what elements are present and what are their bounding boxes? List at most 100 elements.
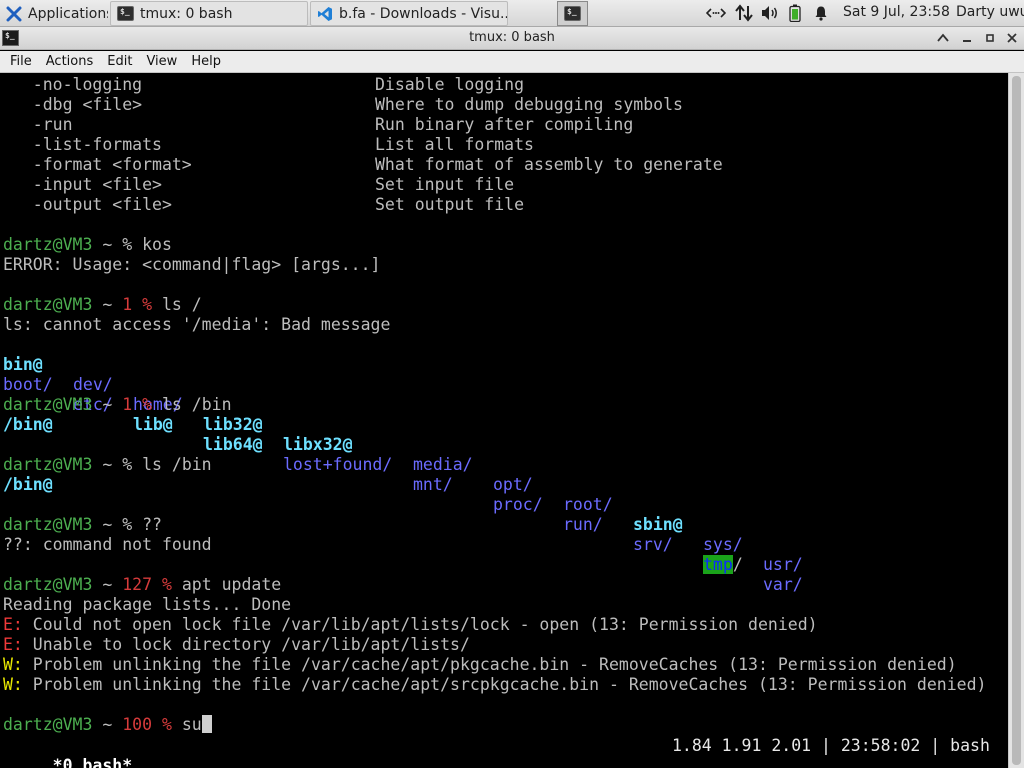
ls-entry: lib@ <box>133 415 173 434</box>
output-line: ERROR: Usage: <command|flag> [args...] <box>3 255 381 274</box>
help-row: -input <file> Set input file <box>3 175 514 195</box>
notification-bell-icon[interactable] <box>810 0 832 26</box>
prompt-line: dartz@VM3 ~ 127 % apt update <box>3 575 282 594</box>
command-input[interactable]: su <box>182 715 202 734</box>
window-title: tmux: 0 bash <box>469 30 555 45</box>
minimize-button[interactable] <box>957 29 977 47</box>
current-prompt-line[interactable]: dartz@VM3 ~ 100 % su <box>3 715 212 735</box>
exit-code: 1 <box>122 295 133 314</box>
xfce-mouse-icon <box>6 5 22 23</box>
ls-entry: lib64@ <box>203 435 263 454</box>
help-desc: Set input file <box>375 175 515 194</box>
maximize-button[interactable] <box>980 29 1000 47</box>
help-desc: Disable logging <box>375 75 525 94</box>
terminal-scrollbar[interactable] <box>1008 73 1024 768</box>
prompt-user: dartz@VM3 <box>3 395 93 414</box>
transfer-icon[interactable] <box>732 0 756 26</box>
terminal-icon: $_ <box>564 6 581 21</box>
prompt-line: dartz@VM3 ~ 1 % ls / <box>3 295 202 314</box>
ls-entry: lost+found/ <box>283 455 393 474</box>
close-button[interactable] <box>1002 29 1022 47</box>
help-flag: -no-logging <box>3 75 143 94</box>
show-terminal-button[interactable]: $_ <box>557 1 588 26</box>
ls-entry: proc/ <box>493 495 543 514</box>
menu-actions[interactable]: Actions <box>39 54 101 69</box>
ls-entry: mnt/ <box>413 475 453 494</box>
ls-entry: boot/ <box>3 375 53 394</box>
exit-code: 1 <box>122 395 133 414</box>
task-tmux-label: tmux: 0 bash <box>140 5 233 22</box>
help-row: -output <file> Set output file <box>3 195 524 215</box>
help-desc: Run binary after compiling <box>375 115 634 134</box>
menu-edit[interactable]: Edit <box>100 54 139 69</box>
ls-entry: dev/ <box>73 375 113 394</box>
tmux-status-bar: *0 bash* 1.84 1.91 2.01 | 23:58:02 | bas… <box>3 736 1003 768</box>
help-desc: Where to dump debugging symbols <box>375 95 683 114</box>
apt-warning-line: W: Problem unlinking the file /var/cache… <box>3 655 957 675</box>
help-row: -dbg <file> Where to dump debugging symbo… <box>3 95 683 115</box>
clock[interactable]: Sat 9 Jul, 23:58 <box>843 4 950 20</box>
command: ls / <box>161 295 202 314</box>
warning-tag: W: <box>3 675 23 694</box>
error-message: Unable to lock directory /var/lib/apt/li… <box>22 635 470 654</box>
battery-icon[interactable] <box>785 0 805 26</box>
ls-entry-tmp: tmp/ <box>703 555 743 574</box>
tmux-window-list[interactable]: *0 bash* <box>43 756 132 768</box>
prompt-user: dartz@VM3 <box>3 295 93 314</box>
vscode-icon <box>317 6 333 22</box>
ls-entry: usr/ <box>763 555 803 574</box>
scrollbar-thumb[interactable] <box>1012 76 1021 765</box>
top-panel: Applications $_ tmux: 0 bash b.fa - Down… <box>0 0 1024 27</box>
command: ls /bin <box>161 395 232 414</box>
help-flag: -dbg <file> <box>3 95 143 114</box>
network-icon[interactable] <box>704 0 728 26</box>
output-line: /bin@ <box>3 475 53 494</box>
prompt-user: dartz@VM3 <box>3 715 93 734</box>
ls-listing-row: bin@ dev/ home/ lib32@ libx32@ media/ op… <box>3 335 1003 574</box>
user-menu[interactable]: Darty uwu <box>956 4 1024 20</box>
ls-entry: run/ <box>563 515 603 534</box>
ls-entry: lib32@ <box>203 415 263 434</box>
error-tag: E: <box>3 615 23 634</box>
ls-entry: sys/ <box>703 535 743 554</box>
prompt-line: dartz@VM3 ~ % kos <box>3 235 172 254</box>
output-line: /bin@ <box>3 415 53 434</box>
error-tag: E: <box>3 635 23 654</box>
help-row: -no-logging Disable logging <box>3 75 524 95</box>
window-titlebar[interactable]: $_ tmux: 0 bash <box>0 27 1024 50</box>
applications-label: Applications <box>28 5 108 22</box>
task-tmux[interactable]: $_ tmux: 0 bash <box>110 1 308 26</box>
ls-entry: root/ <box>563 495 613 514</box>
volume-icon[interactable] <box>758 0 782 26</box>
prompt-user: dartz@VM3 <box>3 515 93 534</box>
warning-message: Problem unlinking the file /var/cache/ap… <box>22 655 957 674</box>
prompt-line: dartz@VM3 ~ % ls /bin <box>3 455 212 474</box>
help-flag: -format <format> <box>3 155 192 174</box>
apt-error-line: E: Could not open lock file /var/lib/apt… <box>3 615 818 635</box>
help-flag: -input <file> <box>3 175 162 194</box>
output-line: Reading package lists... Done <box>3 595 292 614</box>
prompt-user: dartz@VM3 <box>3 455 93 474</box>
ls-entry: libx32@ <box>283 435 353 454</box>
menu-help[interactable]: Help <box>184 54 228 69</box>
exit-code: 127 <box>122 575 153 594</box>
apt-warning-line: W: Problem unlinking the file /var/cache… <box>3 675 986 695</box>
command: ?? <box>142 515 162 534</box>
prompt-line: dartz@VM3 ~ % ?? <box>3 515 162 534</box>
help-flag: -output <file> <box>3 195 172 214</box>
menu-view[interactable]: View <box>139 54 184 69</box>
shade-button[interactable] <box>933 29 953 47</box>
task-vscode[interactable]: b.fa - Downloads - Visu... <box>310 1 508 26</box>
ls-entry: sbin@ <box>633 515 683 534</box>
terminal-output[interactable]: -no-logging Disable logging -dbg <file> Wh… <box>0 73 1008 768</box>
help-row: -run Run binary after compiling <box>3 115 633 135</box>
help-row: -list-formats List all formats <box>3 135 534 155</box>
applications-menu-button[interactable]: Applications <box>0 1 108 26</box>
help-flag: -list-formats <box>3 135 162 154</box>
command: ls /bin <box>142 455 212 474</box>
command: kos <box>142 235 172 254</box>
output-line: ??: command not found <box>3 535 212 554</box>
ls-entry: var/ <box>763 575 803 594</box>
menu-bar: File Actions Edit View Help <box>0 51 1024 73</box>
menu-file[interactable]: File <box>3 54 39 69</box>
